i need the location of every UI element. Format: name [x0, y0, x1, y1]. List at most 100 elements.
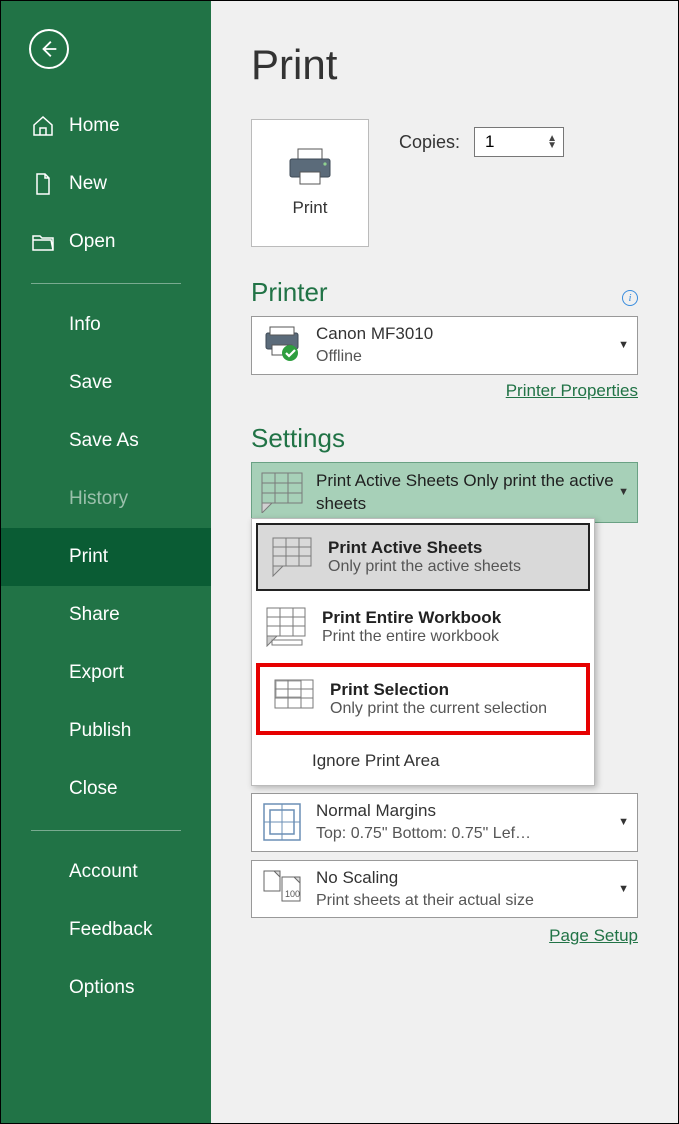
- sidebar-item-label: Info: [69, 314, 101, 336]
- copies-label: Copies:: [399, 132, 460, 153]
- printer-status: Offline: [316, 346, 612, 368]
- option-desc: Print the entire workbook: [322, 628, 501, 646]
- sidebar-item-publish[interactable]: Publish: [1, 702, 211, 760]
- sidebar-item-new[interactable]: New: [1, 155, 211, 213]
- sidebar-item-label: Home: [69, 115, 120, 137]
- printer-selector[interactable]: Canon MF3010 Offline ▼: [251, 316, 638, 375]
- printer-section-header: Printer i: [251, 277, 638, 316]
- copies-value: 1: [485, 132, 494, 152]
- sidebar-item-label: History: [69, 488, 128, 510]
- open-folder-icon: [31, 230, 55, 254]
- backstage-sidebar: Home New Open Info Save Save As History …: [1, 1, 211, 1123]
- margins-text: Normal Margins Top: 0.75" Bottom: 0.75" …: [316, 800, 612, 845]
- home-icon: [31, 114, 55, 138]
- option-text: Print Active Sheets Only print the activ…: [328, 538, 521, 576]
- margins-line2: Top: 0.75" Bottom: 0.75" Lef…: [316, 823, 612, 845]
- sidebar-item-feedback[interactable]: Feedback: [1, 901, 211, 959]
- option-text: Print Selection Only print the current s…: [330, 680, 547, 718]
- print-pane: Print Print Copies: 1 ▲▼ Pri: [211, 1, 678, 1123]
- back-button[interactable]: [29, 29, 69, 69]
- sidebar-item-label: Close: [69, 778, 118, 800]
- sidebar-item-home[interactable]: Home: [1, 97, 211, 155]
- sidebar-separator: [31, 283, 181, 284]
- printer-section-title: Printer: [251, 277, 328, 308]
- option-ignore-print-area[interactable]: Ignore Print Area: [252, 739, 594, 785]
- margins-line1: Normal Margins: [316, 800, 612, 823]
- selection-icon: [274, 679, 314, 719]
- page-title: Print: [251, 41, 638, 89]
- sidebar-item-export[interactable]: Export: [1, 644, 211, 702]
- margins-icon: [260, 802, 304, 842]
- option-title: Print Active Sheets: [328, 538, 521, 558]
- option-print-entire-workbook[interactable]: Print Entire Workbook Print the entire w…: [252, 595, 594, 659]
- copies-spinner[interactable]: ▲▼: [547, 135, 557, 149]
- option-text: Print Entire Workbook Print the entire w…: [322, 608, 501, 646]
- lower-settings: Normal Margins Top: 0.75" Bottom: 0.75" …: [251, 793, 638, 946]
- option-print-selection[interactable]: Print Selection Only print the current s…: [256, 663, 590, 735]
- copies-group: Copies: 1 ▲▼: [399, 127, 564, 157]
- print-what-line1: Print Active Sheets: [316, 471, 459, 490]
- sheets-icon: [272, 537, 312, 577]
- chevron-down-icon: ▼: [618, 486, 629, 498]
- print-button-label: Print: [293, 198, 328, 218]
- scaling-text: No Scaling Print sheets at their actual …: [316, 867, 612, 912]
- sidebar-item-label: Feedback: [69, 919, 152, 941]
- new-file-icon: [31, 172, 55, 196]
- sidebar-item-label: Publish: [69, 720, 131, 742]
- printer-selector-text: Canon MF3010 Offline: [316, 323, 612, 368]
- sidebar-item-print[interactable]: Print: [1, 528, 211, 586]
- print-what-group: Print Active Sheets Only print the activ…: [251, 462, 638, 947]
- option-desc: Only print the current selection: [330, 700, 547, 718]
- svg-text:100: 100: [285, 889, 300, 899]
- sidebar-separator: [31, 830, 181, 831]
- sidebar-item-close[interactable]: Close: [1, 760, 211, 818]
- sidebar-item-label: New: [69, 173, 107, 195]
- sidebar-item-label: Account: [69, 861, 138, 883]
- sidebar-item-label: Open: [69, 231, 115, 253]
- page-setup-link[interactable]: Page Setup: [251, 926, 638, 946]
- print-button[interactable]: Print: [251, 119, 369, 247]
- print-what-text: Print Active Sheets Only print the activ…: [316, 469, 618, 517]
- scaling-icon: 100: [260, 869, 304, 909]
- option-print-active-sheets[interactable]: Print Active Sheets Only print the activ…: [256, 523, 590, 591]
- sidebar-item-label: Save As: [69, 430, 139, 452]
- sidebar-item-label: Share: [69, 604, 120, 626]
- info-icon[interactable]: i: [622, 290, 638, 306]
- sidebar-item-label: Print: [69, 546, 108, 568]
- sheets-icon: [260, 471, 304, 513]
- sidebar-item-options[interactable]: Options: [1, 959, 211, 1017]
- chevron-down-icon: ▼: [618, 816, 629, 828]
- sidebar-item-save[interactable]: Save: [1, 354, 211, 412]
- option-title: Print Entire Workbook: [322, 608, 501, 628]
- sidebar-item-saveas[interactable]: Save As: [1, 412, 211, 470]
- sidebar-item-label: Export: [69, 662, 124, 684]
- printer-icon: [286, 148, 334, 186]
- copies-input[interactable]: 1 ▲▼: [474, 127, 564, 157]
- margins-dropdown[interactable]: Normal Margins Top: 0.75" Bottom: 0.75" …: [251, 793, 638, 852]
- chevron-down-icon: ▼: [618, 339, 629, 351]
- printer-properties-link[interactable]: Printer Properties: [251, 381, 638, 401]
- scaling-dropdown[interactable]: 100 No Scaling Print sheets at their act…: [251, 860, 638, 919]
- print-top-row: Print Copies: 1 ▲▼: [251, 119, 638, 247]
- settings-section-title: Settings: [251, 423, 638, 454]
- sidebar-item-label: Save: [69, 372, 112, 394]
- backstage-view: Home New Open Info Save Save As History …: [0, 0, 679, 1124]
- print-what-popup: Print Active Sheets Only print the activ…: [251, 518, 595, 786]
- printer-status-icon: [260, 325, 304, 365]
- workbook-icon: [266, 607, 306, 647]
- print-what-dropdown[interactable]: Print Active Sheets Only print the activ…: [251, 462, 638, 524]
- option-title: Print Selection: [330, 680, 547, 700]
- sidebar-item-account[interactable]: Account: [1, 843, 211, 901]
- sidebar-item-share[interactable]: Share: [1, 586, 211, 644]
- sidebar-item-info[interactable]: Info: [1, 296, 211, 354]
- chevron-down-icon: ▼: [618, 883, 629, 895]
- sidebar-item-history: History: [1, 470, 211, 528]
- printer-name: Canon MF3010: [316, 323, 612, 346]
- spin-down-icon[interactable]: ▼: [547, 142, 557, 149]
- sidebar-item-open[interactable]: Open: [1, 213, 211, 271]
- scaling-line2: Print sheets at their actual size: [316, 890, 612, 912]
- scaling-line1: No Scaling: [316, 867, 612, 890]
- sidebar-item-label: Options: [69, 977, 134, 999]
- option-desc: Only print the active sheets: [328, 558, 521, 576]
- back-arrow-icon: [38, 38, 60, 60]
